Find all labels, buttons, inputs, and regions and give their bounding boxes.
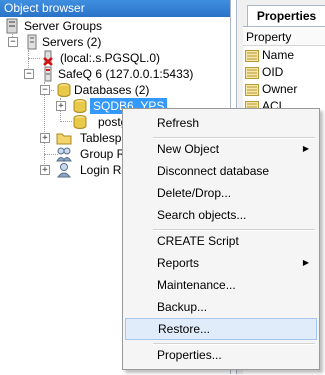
tree-line bbox=[60, 121, 72, 122]
submenu-arrow-icon: ▶ bbox=[302, 258, 309, 267]
menu-item-label: Reports bbox=[157, 256, 200, 270]
menu-item-reports[interactable]: Reports ▶ bbox=[125, 252, 317, 274]
menu-item-refresh[interactable]: Refresh bbox=[125, 112, 317, 134]
menu-item-label: Delete/Drop... bbox=[157, 186, 232, 200]
database-icon bbox=[73, 115, 87, 129]
servers-icon bbox=[27, 34, 37, 50]
expand-toggle-icon[interactable]: + bbox=[56, 101, 66, 111]
property-icon bbox=[245, 83, 259, 96]
menu-item-properties[interactable]: Properties... bbox=[125, 344, 317, 366]
menu-item-disconnect-database[interactable]: Disconnect database bbox=[125, 160, 317, 182]
context-menu: Refresh New Object ▶ Disconnect database … bbox=[122, 108, 320, 370]
menu-item-label: Maintenance... bbox=[157, 278, 236, 292]
databases-icon bbox=[57, 83, 71, 97]
login-roles-icon bbox=[56, 163, 72, 178]
property-icon bbox=[245, 66, 259, 79]
menu-item-label: CREATE Script bbox=[157, 234, 239, 248]
collapse-toggle-icon[interactable]: − bbox=[24, 69, 34, 79]
collapse-toggle-icon[interactable]: − bbox=[40, 85, 50, 95]
group-roles-icon bbox=[56, 147, 72, 162]
property-name: OID bbox=[262, 65, 284, 79]
collapse-toggle-icon[interactable]: − bbox=[8, 37, 18, 47]
menu-item-label: Properties... bbox=[157, 348, 222, 362]
menu-item-label: Disconnect database bbox=[157, 164, 270, 178]
menu-item-restore[interactable]: Restore... bbox=[125, 318, 317, 340]
submenu-arrow-icon: ▶ bbox=[302, 144, 309, 153]
menu-item-label: Refresh bbox=[157, 116, 200, 130]
expand-toggle-icon[interactable]: + bbox=[40, 165, 50, 175]
menu-item-new-object[interactable]: New Object ▶ bbox=[125, 138, 317, 160]
tab-properties[interactable]: Properties bbox=[247, 5, 325, 26]
database-icon bbox=[73, 99, 87, 113]
menu-item-label: New Object bbox=[157, 142, 220, 156]
connected-server-icon bbox=[44, 66, 52, 82]
tree-node-login-roles[interactable]: + Login Roles bbox=[40, 161, 143, 179]
menu-item-label: Backup... bbox=[157, 300, 208, 314]
menu-item-maintenance[interactable]: Maintenance... bbox=[125, 274, 317, 296]
property-icon bbox=[245, 49, 259, 62]
property-name: Name bbox=[262, 48, 295, 62]
property-column-header[interactable]: Property bbox=[243, 29, 325, 46]
expand-toggle-icon[interactable]: + bbox=[40, 133, 50, 143]
menu-item-label: Restore... bbox=[158, 322, 211, 336]
menu-item-backup[interactable]: Backup... bbox=[125, 296, 317, 318]
disconnected-server-icon bbox=[43, 50, 53, 66]
tablespaces-icon bbox=[56, 133, 72, 145]
property-row[interactable]: Owner bbox=[245, 81, 297, 98]
menu-item-delete-drop[interactable]: Delete/Drop... bbox=[125, 182, 317, 204]
property-name: Owner bbox=[262, 82, 298, 96]
property-row[interactable]: Name bbox=[245, 47, 294, 64]
property-row[interactable]: OID bbox=[245, 64, 283, 81]
server-groups-icon bbox=[6, 18, 18, 34]
menu-item-label: Search objects... bbox=[157, 208, 247, 222]
object-browser-title: Object browser bbox=[0, 0, 230, 17]
tree-line bbox=[28, 58, 40, 59]
menu-item-create-script[interactable]: CREATE Script bbox=[125, 230, 317, 252]
menu-item-search-objects[interactable]: Search objects... bbox=[125, 204, 317, 226]
